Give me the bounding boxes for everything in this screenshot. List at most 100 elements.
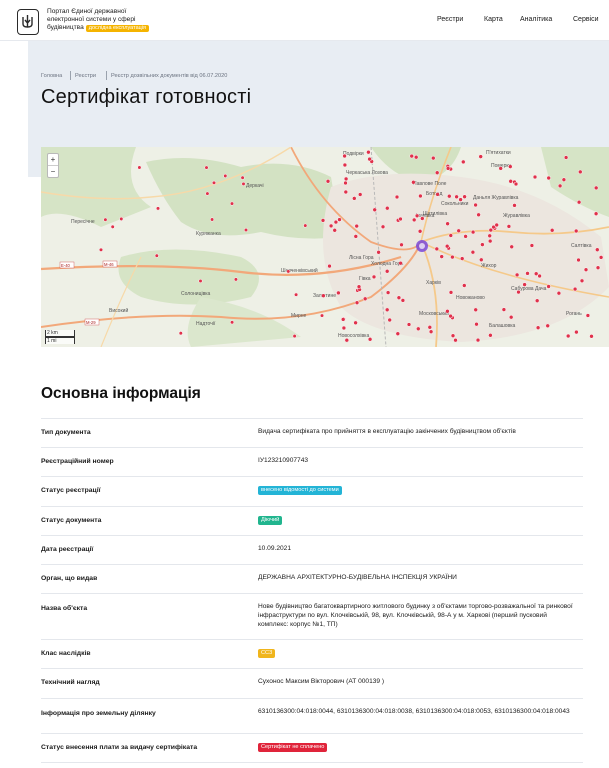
registry-map-marker[interactable] (229, 201, 235, 206)
registry-map-marker[interactable] (354, 300, 360, 305)
registry-map-marker[interactable] (557, 183, 563, 189)
registry-map-marker[interactable] (204, 165, 209, 170)
registry-map-marker[interactable] (501, 307, 507, 312)
registry-map-marker[interactable] (376, 250, 381, 255)
registry-map-marker[interactable] (413, 154, 419, 160)
registry-map-marker[interactable] (535, 325, 541, 330)
registry-map-marker[interactable] (462, 194, 467, 199)
registry-map-marker[interactable] (478, 154, 483, 159)
registry-map-marker[interactable] (509, 244, 514, 250)
registry-map-marker[interactable] (119, 216, 124, 221)
registry-map-marker[interactable] (549, 228, 555, 233)
registry-map-marker[interactable] (292, 334, 297, 339)
registry-map-marker[interactable] (325, 179, 331, 184)
registry-map-marker[interactable] (573, 228, 579, 234)
registry-map-marker[interactable] (210, 217, 215, 222)
registry-map-marker[interactable] (320, 218, 326, 223)
registry-map-marker[interactable] (546, 175, 551, 181)
registry-map-marker[interactable] (205, 191, 210, 196)
registry-map-marker[interactable] (431, 155, 436, 161)
registry-map-marker[interactable] (595, 247, 600, 252)
nav-analytics[interactable]: Аналітика (520, 16, 552, 23)
registry-map-marker[interactable] (340, 317, 346, 322)
registry-map-marker[interactable] (513, 181, 519, 187)
portal-title[interactable]: Портал Єдиної державної електронної сист… (47, 8, 167, 32)
registry-map-marker[interactable] (367, 156, 372, 162)
registry-map-marker[interactable] (598, 255, 604, 260)
registry-map-marker[interactable] (223, 173, 228, 178)
registry-map-marker[interactable] (337, 217, 342, 222)
registry-map-marker[interactable] (395, 331, 401, 336)
registry-map-marker[interactable] (545, 323, 550, 329)
registry-map-marker[interactable] (522, 282, 527, 287)
registry-map-marker[interactable] (470, 249, 476, 255)
registry-map-marker[interactable] (508, 314, 514, 320)
registry-map-marker[interactable] (445, 166, 451, 171)
registry-map-marker[interactable] (343, 176, 349, 182)
registry-map-marker[interactable] (445, 309, 450, 314)
registry-map-marker[interactable] (572, 286, 578, 292)
registry-map-marker[interactable] (286, 269, 291, 274)
registry-map-marker[interactable] (354, 223, 359, 229)
registry-map-marker[interactable] (563, 155, 569, 160)
registry-map-marker[interactable] (561, 177, 567, 182)
registry-map-marker[interactable] (372, 207, 377, 213)
registry-map-marker[interactable] (353, 234, 359, 239)
registry-map-marker[interactable] (534, 298, 540, 303)
registry-map-marker[interactable] (494, 222, 499, 228)
registry-map-marker[interactable] (450, 333, 456, 338)
registry-map-marker[interactable] (453, 337, 458, 343)
registry-map-marker[interactable] (476, 212, 481, 218)
registry-map-marker[interactable] (243, 227, 249, 233)
registry-map-marker[interactable] (447, 193, 452, 199)
registry-map-marker[interactable] (411, 217, 417, 223)
breadcrumb-registries[interactable]: Реєстри (75, 73, 96, 79)
registry-map-marker[interactable] (98, 247, 104, 252)
map-canvas[interactable]: ПересічнеКуряжанкаСолоницівкаПодвіркиЧер… (41, 147, 609, 347)
map-view[interactable]: Пересічне Куряжанка Солоницівка Подвірки Чер… (41, 147, 609, 347)
registry-map-marker[interactable] (473, 307, 478, 313)
registry-map-marker[interactable] (343, 189, 349, 195)
registry-map-marker[interactable] (595, 265, 601, 270)
registry-map-marker[interactable] (341, 325, 347, 331)
registry-map-marker[interactable] (418, 193, 423, 199)
registry-map-marker[interactable] (508, 164, 513, 169)
registry-map-marker[interactable] (444, 243, 450, 249)
trident-logo-icon[interactable] (17, 9, 39, 35)
registry-map-marker[interactable] (303, 223, 308, 228)
registry-map-marker[interactable] (409, 153, 414, 159)
registry-map-marker[interactable] (512, 203, 517, 208)
registry-map-marker[interactable] (398, 216, 403, 222)
registry-map-marker[interactable] (385, 205, 390, 211)
registry-map-marker[interactable] (233, 277, 238, 282)
registry-map-marker[interactable] (428, 329, 434, 334)
registry-map-marker[interactable] (475, 337, 481, 343)
registry-map-marker[interactable] (445, 221, 450, 226)
registry-map-marker[interactable] (387, 317, 392, 323)
registry-map-marker[interactable] (463, 234, 468, 239)
zoom-in-button[interactable]: + (48, 154, 58, 165)
registry-map-marker[interactable] (546, 284, 551, 289)
registry-map-marker[interactable] (487, 238, 493, 244)
registry-map-marker[interactable] (137, 165, 142, 170)
registry-map-marker[interactable] (498, 166, 503, 171)
registry-map-marker[interactable] (343, 180, 348, 186)
registry-map-marker[interactable] (556, 290, 562, 296)
registry-map-marker[interactable] (353, 320, 358, 326)
registry-map-marker[interactable] (427, 325, 433, 330)
registry-map-marker[interactable] (319, 313, 325, 318)
registry-map-marker[interactable] (461, 159, 466, 165)
registry-map-marker[interactable] (321, 293, 326, 298)
registry-map-marker[interactable] (470, 229, 476, 235)
registry-map-marker[interactable] (533, 271, 539, 276)
registry-map-marker[interactable] (585, 313, 591, 318)
registry-map-marker[interactable] (342, 162, 348, 168)
registry-map-marker[interactable] (155, 206, 161, 211)
registry-map-marker[interactable] (420, 216, 425, 221)
registry-map-marker[interactable] (336, 290, 341, 296)
registry-map-marker[interactable] (240, 175, 245, 180)
registry-map-marker[interactable] (154, 253, 159, 258)
registry-map-marker[interactable] (435, 192, 440, 197)
registry-map-marker[interactable] (352, 196, 357, 201)
registry-map-marker[interactable] (448, 313, 453, 319)
